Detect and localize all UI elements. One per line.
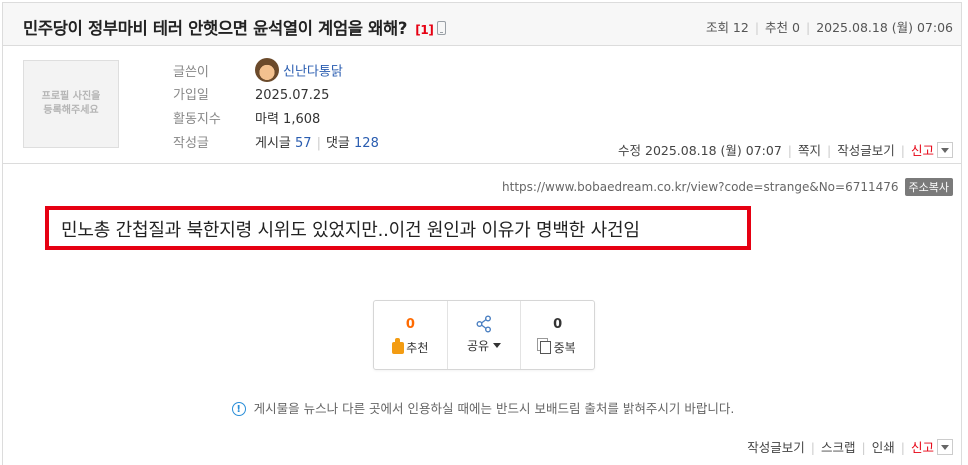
avatar-icon [255, 58, 279, 82]
post-view: 민주당이 정부마비 테러 안햇으면 윤석열이 계엄을 왜해? [1] 조회 12 |… [0, 0, 968, 465]
profile-info: 글쓴이 신난다통닭 가입일 2025.07.25 활동지수 마력 1,608 작성글 게… [173, 58, 379, 156]
post-stats: 조회 12 | 추천 0 | 2025.08.18 (월) 07:06 [705, 20, 953, 35]
duplicate-button[interactable]: 0 중복 [521, 301, 594, 369]
profile-photo-placeholder: 프로필 사진을 등록해주세요 [23, 60, 119, 148]
view-posts-link-bottom[interactable]: 작성글보기 [747, 440, 805, 455]
recommend-button[interactable]: 0 추천 [374, 301, 448, 369]
share-label: 공유 [466, 339, 490, 353]
notice-text: 게시물을 뉴스나 다른 곳에서 인용하실 때에는 반드시 보배드림 출처를 밝혀… [253, 401, 735, 416]
comments-text: 댓글 [325, 136, 350, 151]
activity-value: 마력 1,608 [255, 112, 321, 127]
post-title-text: 민주당이 정부마비 테러 안햇으면 윤석열이 계엄을 왜해? [23, 19, 408, 38]
post-actions-bottom: 작성글보기 | 스크랩 | 인쇄 | 신고 [747, 437, 953, 456]
report-link-bottom[interactable]: 신고 [911, 440, 934, 455]
post-actions-top: 수정 2025.08.18 (월) 07:07 | 쪽지 | 작성글보기 | 신고 [618, 140, 953, 159]
scrap-link[interactable]: 스크랩 [821, 440, 856, 455]
vote-box: 0 추천 공유 0 중복 [373, 300, 595, 370]
duplicate-icon [536, 338, 551, 354]
caret-down-icon [493, 343, 502, 348]
more-dropdown-button-bottom[interactable] [937, 439, 953, 455]
info-icon: ! [231, 402, 246, 416]
recommend-count: 0 [405, 317, 415, 332]
joined-row: 가입일 2025.07.25 [173, 84, 379, 108]
thumbs-up-icon [392, 338, 405, 354]
posts-row: 작성글 게시글 57 | 댓글 128 [173, 132, 379, 156]
source-notice: ! 게시물을 뉴스나 다른 곳에서 인용하실 때에는 반드시 보배드림 출처를 밝… [3, 398, 963, 417]
photo-placeholder-line2: 등록해주세요 [43, 105, 99, 116]
post-datetime: 2025.08.18 (월) 07:06 [816, 20, 953, 35]
post-body-text: 민노총 간첩질과 북한지령 시위도 있었지만..이건 원인과 이유가 명백한 사… [61, 220, 640, 241]
more-dropdown-button[interactable] [937, 142, 953, 158]
joined-value: 2025.07.25 [255, 88, 330, 103]
duplicate-label: 중복 [553, 341, 576, 355]
post-title-bar: 민주당이 정부마비 테러 안햇으면 윤석열이 계엄을 왜해? [1] 조회 12 |… [2, 2, 962, 46]
photo-placeholder-line1: 프로필 사진을 [41, 91, 101, 102]
view-posts-link[interactable]: 작성글보기 [837, 143, 895, 158]
post-url-line: https://www.bobaedream.co.kr/view?code=s… [502, 178, 953, 196]
mobile-phone-icon [436, 21, 446, 35]
comment-count[interactable]: [1] [415, 23, 434, 37]
author-name[interactable]: 신난다통닭 [283, 65, 343, 80]
posts-count-link[interactable]: 57 [295, 136, 312, 151]
recommend-label: 추천 [406, 341, 429, 355]
comments-count-link[interactable]: 128 [354, 136, 379, 151]
author-profile: 프로필 사진을 등록해주세요 글쓴이 신난다통닭 가입일 2025.07.25 활동… [2, 46, 962, 164]
activity-label: 활동지수 [173, 112, 221, 127]
share-icon [476, 315, 491, 333]
print-link[interactable]: 인쇄 [872, 440, 895, 455]
message-link[interactable]: 쪽지 [798, 143, 821, 158]
activity-row: 활동지수 마력 1,608 [173, 108, 379, 132]
recommend-count-top: 추천 0 [765, 20, 800, 35]
share-button[interactable]: 공유 [448, 301, 522, 369]
author-label: 글쓴이 [173, 64, 209, 80]
posts-label: 작성글 [173, 136, 209, 151]
edited-datetime: 수정 2025.08.18 (월) 07:07 [618, 143, 782, 158]
duplicate-count: 0 [553, 317, 563, 332]
copy-url-button[interactable]: 주소복사 [904, 178, 953, 196]
posts-text: 게시글 [255, 136, 291, 151]
view-count: 조회 12 [705, 20, 749, 35]
report-link[interactable]: 신고 [911, 143, 934, 158]
author-row: 글쓴이 신난다통닭 [173, 58, 379, 84]
post-title: 민주당이 정부마비 테러 안햇으면 윤석열이 계엄을 왜해? [1] [23, 15, 446, 39]
joined-label: 가입일 [173, 88, 209, 103]
post-content: https://www.bobaedream.co.kr/view?code=s… [2, 164, 962, 465]
post-url: https://www.bobaedream.co.kr/view?code=s… [502, 180, 899, 194]
